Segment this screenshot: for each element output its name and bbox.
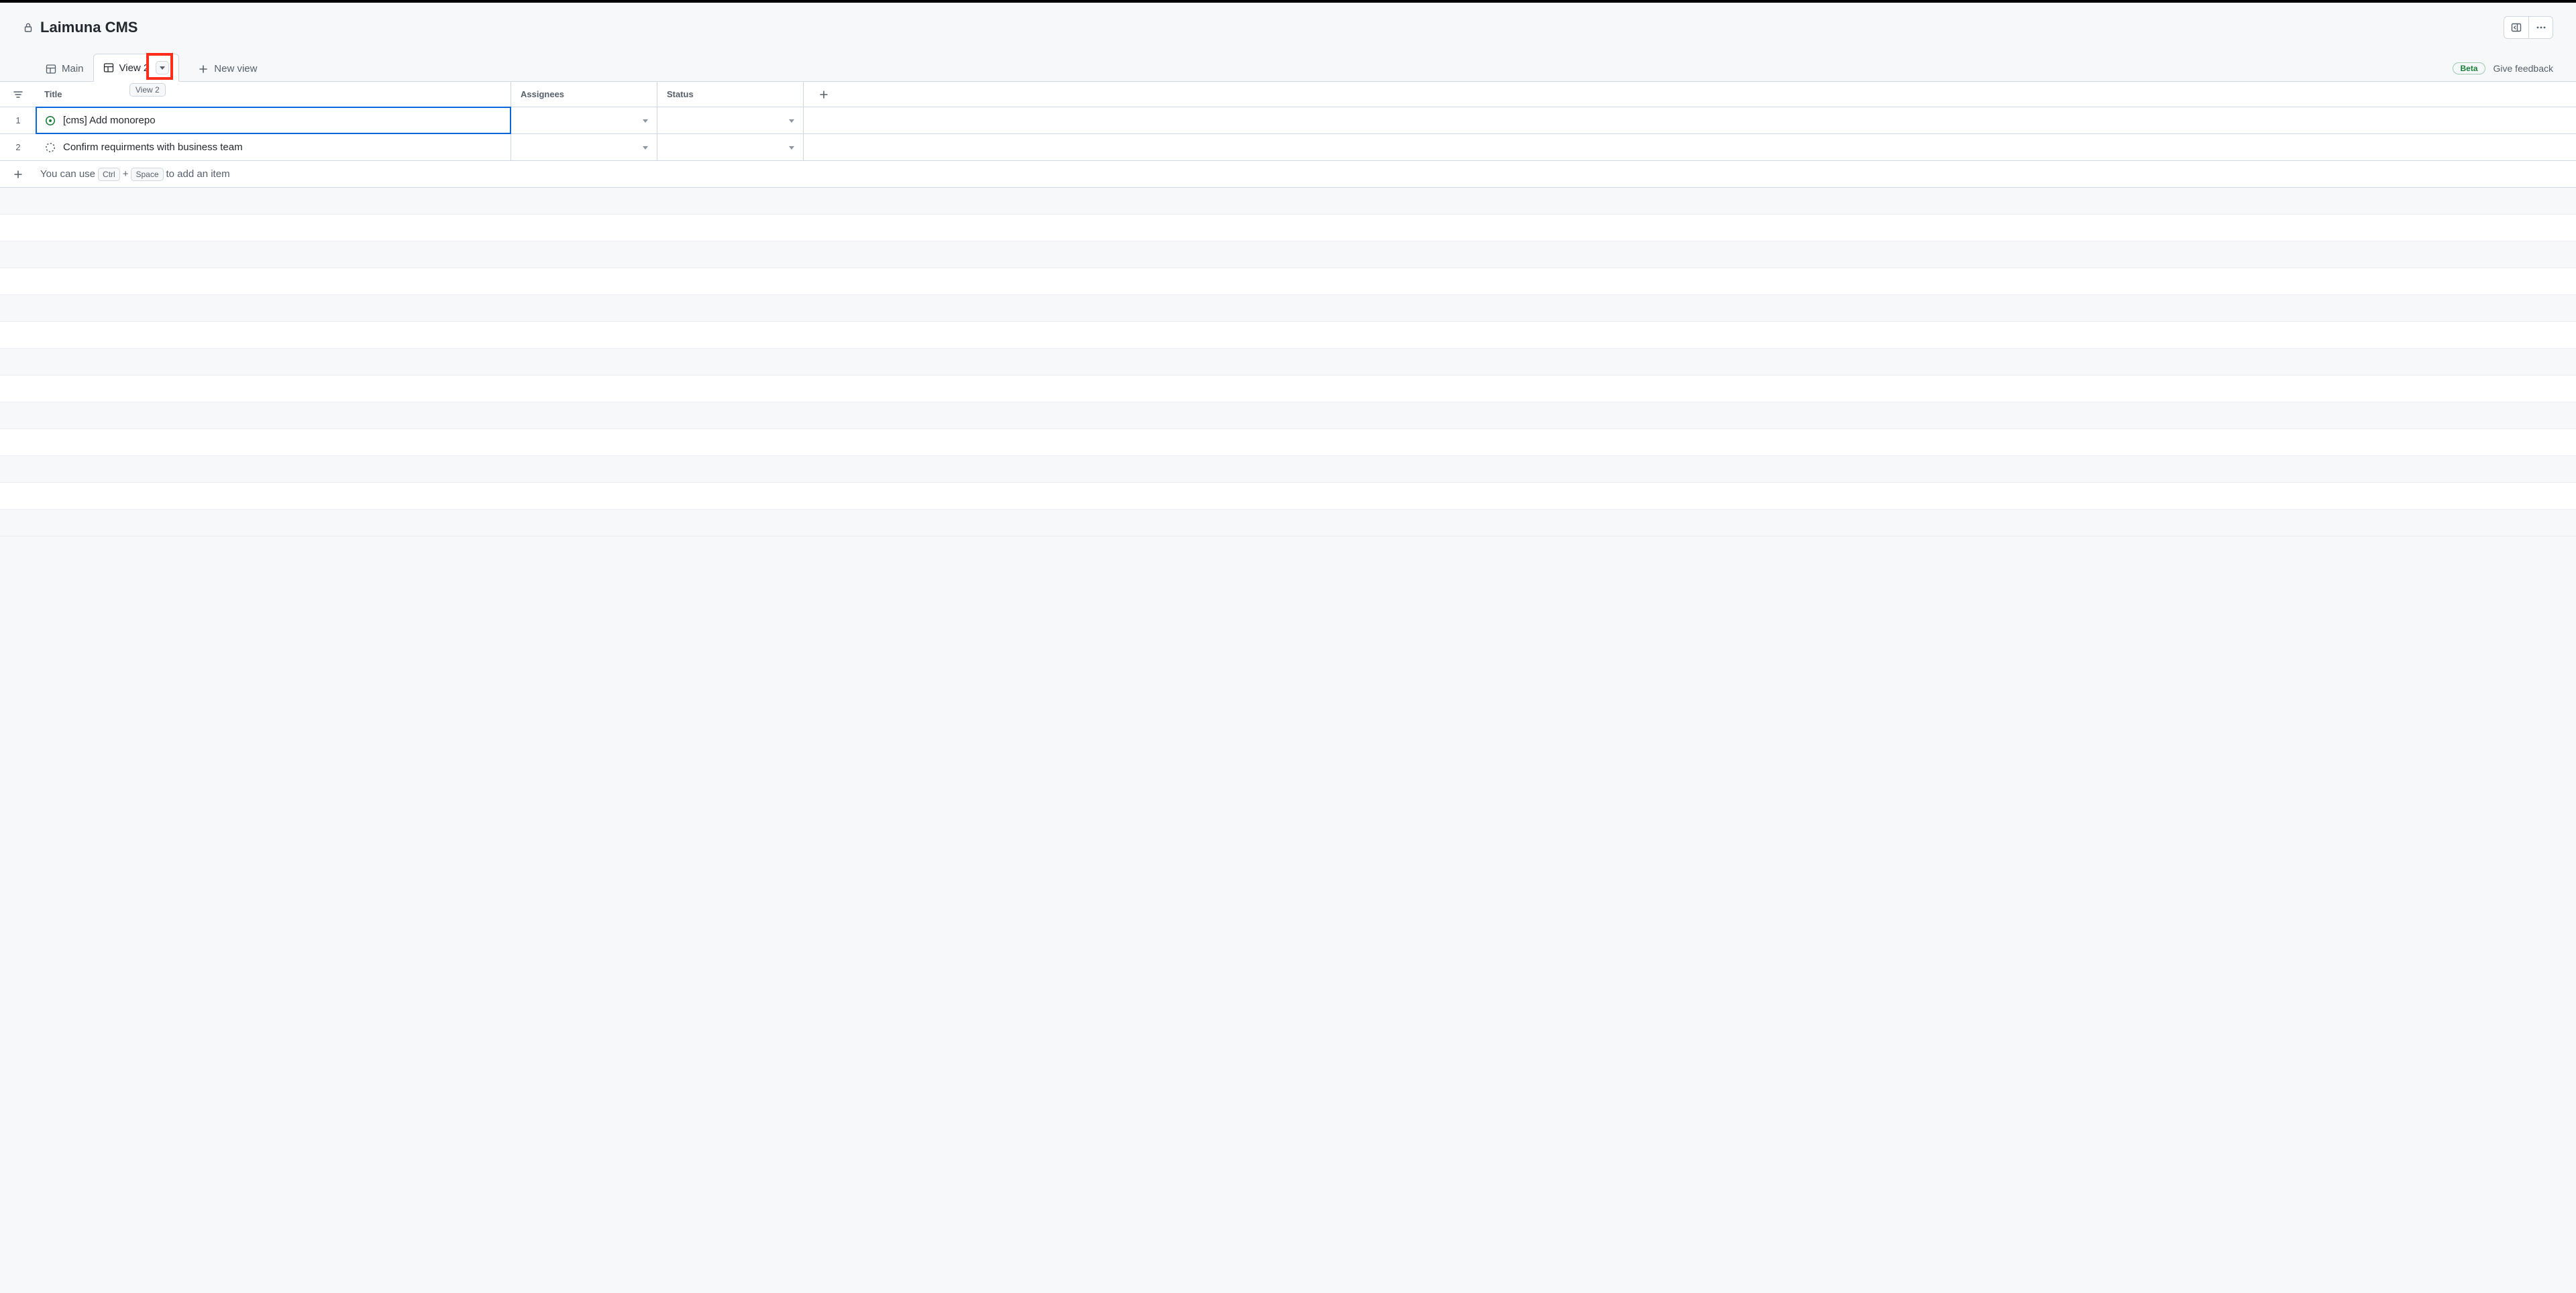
hint-plus: + <box>123 168 129 180</box>
column-header-title[interactable]: Title <box>36 82 511 107</box>
row-number: 2 <box>0 134 36 160</box>
add-item-hint: You can use Ctrl + Space to add an item <box>36 168 230 181</box>
issue-open-icon <box>44 115 56 127</box>
chevron-down-icon <box>642 144 649 151</box>
panel-toggle-button[interactable] <box>2504 17 2528 38</box>
project-title-area: Laimuna CMS <box>23 19 138 36</box>
chevron-down-icon <box>788 117 795 124</box>
row-number: 1 <box>0 107 36 133</box>
cell-assignees[interactable] <box>511 134 657 160</box>
chevron-down-icon <box>788 144 795 151</box>
empty-rows-area <box>0 188 2576 537</box>
tab-view-2[interactable]: View 2 View 2 <box>93 54 180 82</box>
hint-suffix: to add an item <box>166 168 230 180</box>
kbd-ctrl: Ctrl <box>98 168 120 181</box>
kbd-space: Space <box>131 168 163 181</box>
table-row: 1 [cms] Add monorepo <box>0 107 2576 134</box>
column-header-status[interactable]: Status <box>657 82 803 107</box>
cell-assignees[interactable] <box>511 107 657 133</box>
cell-status[interactable] <box>657 134 803 160</box>
project-title[interactable]: Laimuna CMS <box>40 19 138 36</box>
add-column-button[interactable] <box>803 82 843 107</box>
row-title-text: Confirm requirments with business team <box>63 142 243 153</box>
filter-button[interactable] <box>0 82 36 107</box>
add-item-row[interactable]: You can use Ctrl + Space to add an item <box>0 161 2576 188</box>
tab-main[interactable]: Main <box>36 56 93 81</box>
row-title-text: [cms] Add monorepo <box>63 115 156 126</box>
tab-view-2-menu-button[interactable] <box>156 61 169 74</box>
column-header-assignees[interactable]: Assignees <box>511 82 657 107</box>
give-feedback-link[interactable]: Give feedback <box>2493 63 2554 74</box>
project-table: Title Assignees Status 1 [cms] Add <box>0 82 2576 537</box>
new-view-button[interactable]: New view <box>189 56 266 81</box>
table-header-row: Title Assignees Status <box>0 82 2576 107</box>
tab-view-2-label: View 2 <box>119 62 150 74</box>
plus-icon <box>198 64 209 74</box>
hint-prefix: You can use <box>40 168 95 180</box>
kebab-menu-button[interactable] <box>2528 17 2553 38</box>
table-icon <box>103 62 114 73</box>
beta-badge: Beta <box>2453 62 2485 74</box>
cell-status[interactable] <box>657 107 803 133</box>
new-view-label: New view <box>214 63 257 74</box>
tab-main-label: Main <box>62 63 84 74</box>
cell-title[interactable]: Confirm requirments with business team <box>36 134 511 160</box>
tab-view-2-tooltip: View 2 <box>129 83 166 97</box>
lock-icon <box>23 22 34 33</box>
cell-title[interactable]: [cms] Add monorepo <box>36 107 511 133</box>
chevron-down-icon <box>642 117 649 124</box>
header-actions <box>2504 16 2553 39</box>
table-row: 2 Confirm requirments with business team <box>0 134 2576 161</box>
plus-icon <box>0 169 36 180</box>
table-icon <box>46 64 56 74</box>
draft-issue-icon <box>44 142 56 154</box>
